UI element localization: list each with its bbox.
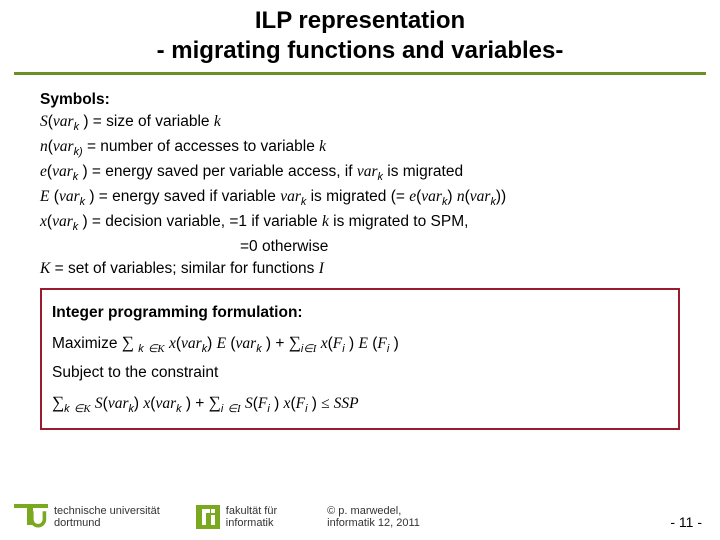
ip-subject: Subject to the constraint <box>52 360 668 386</box>
title-line-2: - migrating functions and variables- <box>157 37 564 64</box>
fi-logo-icon <box>196 505 220 529</box>
slide-body: Symbols: S(vark ) = size of variable k n… <box>14 75 706 430</box>
sym-x-line2: =0 otherwise <box>40 236 680 258</box>
symbols-heading: Symbols: <box>40 89 680 111</box>
title-line-1: ILP representation <box>255 7 465 34</box>
faculty-name: fakultät fürinformatik <box>226 505 277 529</box>
university-name: technische universitätdortmund <box>54 505 160 529</box>
ip-heading: Integer programming formulation: <box>52 300 668 326</box>
sym-S: S(vark ) = size of variable k <box>40 111 680 136</box>
ip-maximize: Maximize ∑ k ∈K x(vark) E (vark ) + ∑i∈I… <box>52 329 668 359</box>
ip-constraint: ∑k ∈K S(vark) x(vark ) + ∑i ∈I S(Fi ) x(… <box>52 389 668 419</box>
slide-title: ILP representation - migrating functions… <box>14 0 706 75</box>
sym-x: x(vark ) = decision variable, =1 if vari… <box>40 211 680 236</box>
symbols-section: Symbols: S(vark ) = size of variable k n… <box>40 89 680 280</box>
footer: technische universitätdortmund fakultät … <box>14 504 706 530</box>
sym-K: K = set of variables; similar for functi… <box>40 258 680 280</box>
page-number: - 11 - <box>670 514 702 530</box>
ip-formulation-box: Integer programming formulation: Maximiz… <box>40 288 680 430</box>
copyright: © p. marwedel,informatik 12, 2011 <box>327 505 706 529</box>
tu-logo-icon <box>14 504 48 530</box>
sym-e: e(vark ) = energy saved per variable acc… <box>40 161 680 186</box>
sym-E: E (vark ) = energy saved if variable var… <box>40 186 680 211</box>
sym-n: n(vark) = number of accesses to variable… <box>40 136 680 161</box>
